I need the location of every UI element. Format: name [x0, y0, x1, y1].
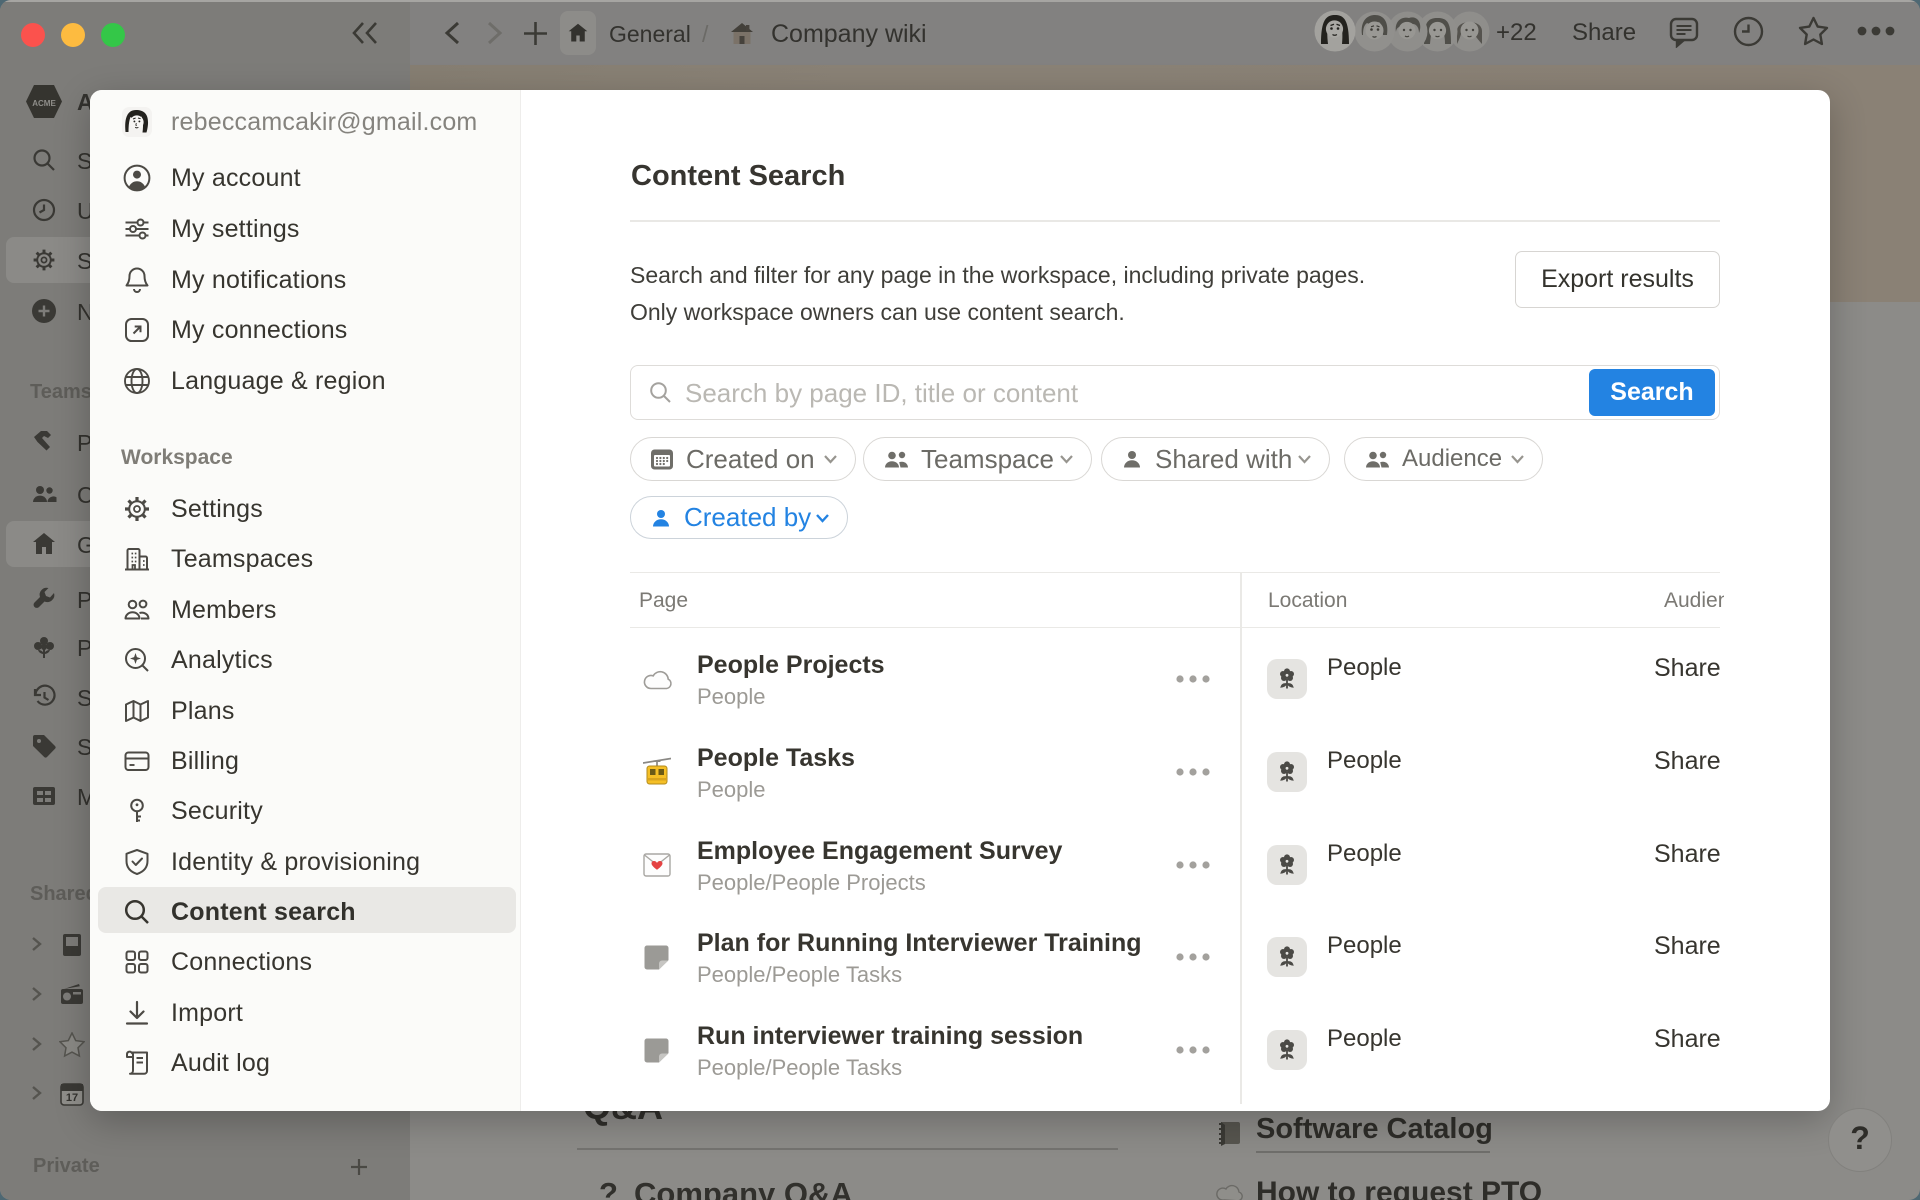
- svg-text:17: 17: [66, 1092, 78, 1104]
- svg-text:ACME: ACME: [32, 99, 56, 108]
